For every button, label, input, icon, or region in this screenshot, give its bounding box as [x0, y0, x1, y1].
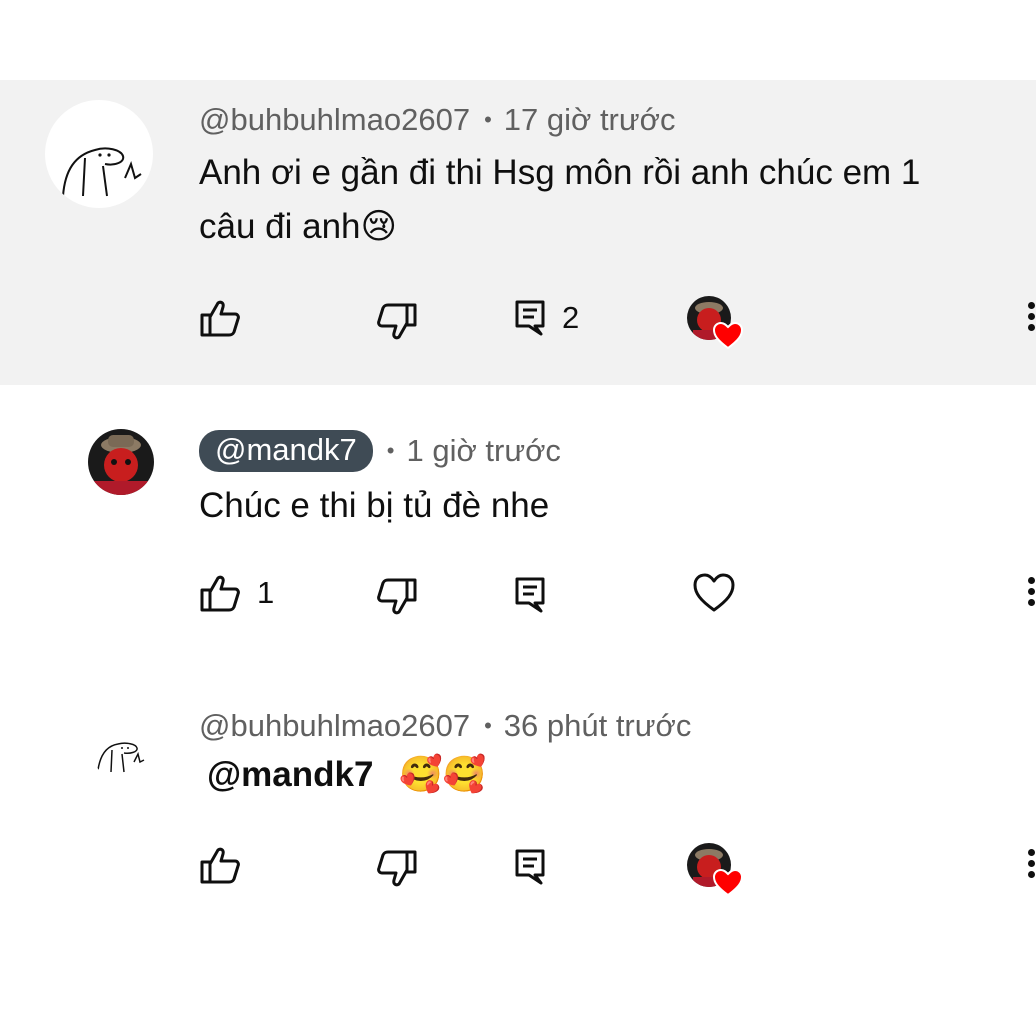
reply-icon	[515, 577, 545, 613]
heart-button[interactable]	[693, 565, 735, 621]
dislike-button[interactable]	[376, 569, 418, 625]
like-button[interactable]	[199, 290, 241, 346]
thumb-down-icon	[377, 303, 417, 340]
reply-button[interactable]: 2	[514, 290, 579, 346]
crying-emoji: 😢	[360, 207, 398, 247]
author-handle[interactable]: @buhbuhlmao2607	[199, 708, 470, 744]
smiling-hearts-emoji: 🥰🥰	[399, 755, 487, 795]
thumb-up-icon	[200, 575, 240, 612]
reply-button[interactable]	[514, 567, 546, 623]
creator-heart-badge	[687, 296, 743, 352]
more-options-button[interactable]	[1024, 845, 1036, 882]
user-avatar[interactable]	[45, 100, 153, 208]
creator-heart-icon	[713, 322, 743, 350]
comment-actions	[0, 837, 1036, 897]
comment-actions: 1	[0, 565, 1036, 621]
user-avatar[interactable]	[92, 722, 150, 780]
comment-time: 1 giờ trước	[406, 433, 561, 468]
reply-count: 2	[562, 300, 580, 335]
reply-button[interactable]	[514, 839, 546, 895]
comment-meta: @buhbuhlmao2607 • 36 phút trước	[199, 708, 692, 744]
mention-link[interactable]: @mandk7	[207, 755, 373, 794]
like-button[interactable]: 1	[199, 565, 274, 621]
comment-text: Anh ơi e gần đi thi Hsg môn rồi anh chúc…	[199, 153, 921, 247]
reply-icon	[515, 849, 545, 885]
comment-meta: @buhbuhlmao2607 • 17 giờ trước	[199, 102, 676, 138]
thumb-up-icon	[200, 300, 240, 337]
author-handle[interactable]: @buhbuhlmao2607	[199, 102, 470, 138]
comment-time: 36 phút trước	[503, 708, 692, 743]
reply-icon	[515, 300, 545, 336]
dislike-button[interactable]	[376, 294, 418, 350]
comment-actions: 2	[0, 290, 1036, 350]
comment-meta: @mandk7 • 1 giờ trước	[199, 429, 561, 473]
thumb-down-icon	[377, 578, 417, 615]
creator-handle-chip[interactable]: @mandk7	[199, 430, 373, 472]
creator-avatar[interactable]	[88, 429, 154, 495]
more-vert-icon	[1027, 577, 1035, 584]
creator-heart-icon	[713, 869, 743, 897]
thumb-down-icon	[377, 850, 417, 887]
thumb-up-icon	[200, 847, 240, 884]
like-button[interactable]	[199, 837, 241, 893]
more-options-button[interactable]	[1024, 298, 1036, 335]
more-options-button[interactable]	[1024, 573, 1036, 610]
dislike-button[interactable]	[376, 841, 418, 897]
comment-time: 17 giờ trước	[503, 102, 676, 137]
comment-3: @buhbuhlmao2607 • 36 phút trước @mandk7 …	[0, 700, 1036, 910]
comment-2: @mandk7 • 1 giờ trước Chúc e thi bị tủ đ…	[0, 425, 1036, 640]
comment-text: @mandk7 🥰🥰	[207, 748, 486, 802]
heart-outline-icon	[693, 573, 735, 612]
comment-1: @buhbuhlmao2607 • 17 giờ trước Anh ơi e …	[0, 80, 1036, 385]
creator-heart-badge	[687, 843, 743, 899]
comment-text: Chúc e thi bị tủ đè nhe	[199, 486, 550, 525]
like-count: 1	[257, 575, 275, 610]
more-vert-icon	[1027, 849, 1035, 856]
more-vert-icon	[1027, 302, 1035, 309]
